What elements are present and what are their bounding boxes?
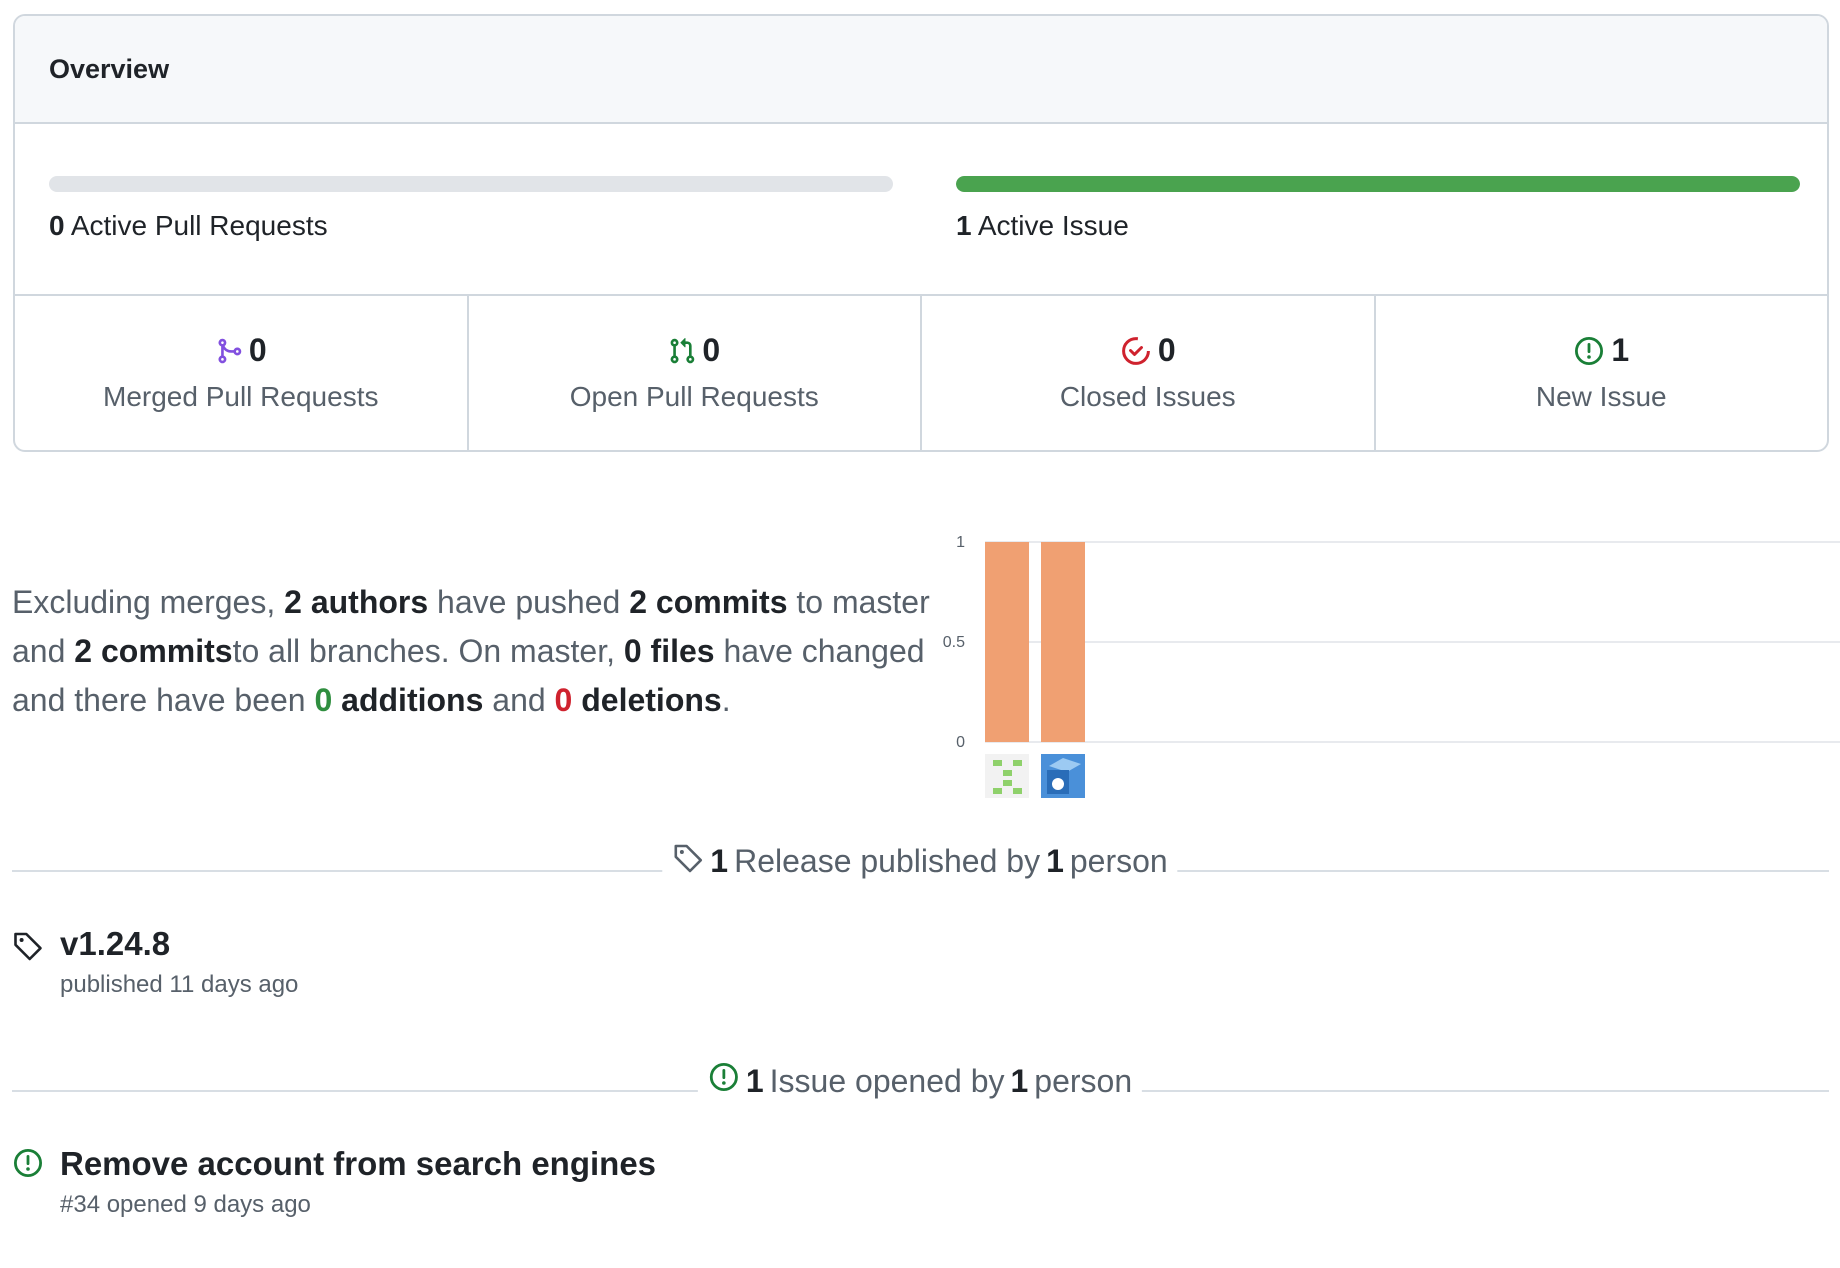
y-tick-label: 0.5 (943, 634, 965, 651)
merged-pull-requests-label: Merged Pull Requests (103, 381, 379, 412)
releases-summary: 1 Release published by 1 person (662, 841, 1178, 881)
active-issues-link[interactable]: 1 Active Issue (956, 210, 1129, 242)
issue-opened-icon (708, 1061, 740, 1101)
open-pull-requests-count: 0 (702, 332, 721, 368)
closed-issues-count: 0 (1157, 332, 1176, 368)
merged-pull-requests-count: 0 (248, 332, 267, 368)
stat-merged-pull-requests[interactable]: 0 Merged Pull Requests (15, 296, 469, 450)
active-issues-count: 1 (956, 210, 972, 241)
release-title-link[interactable]: v1.24.8 (60, 925, 170, 963)
issue-opened-icon (1573, 335, 1605, 367)
stat-closed-issues[interactable]: 0 Closed Issues (922, 296, 1376, 450)
tag-icon (12, 929, 44, 966)
summary-text: have pushed (437, 584, 621, 620)
issues-text: Issue opened by (769, 1062, 1005, 1099)
author-avatar-1[interactable] (985, 754, 1029, 798)
commits-by-author-chart: 00.51 (943, 534, 1840, 798)
additions-label: additions (341, 682, 484, 718)
overview-header: Overview (15, 16, 1827, 124)
releases-people-count: 1 (1046, 842, 1064, 879)
deletions-label: deletions (581, 682, 722, 718)
summary-text: Excluding merges, (12, 584, 276, 620)
active-issues-label: Active Issue (977, 210, 1129, 241)
additions-count: 0 (314, 682, 333, 718)
author-avatar-2[interactable] (1041, 754, 1085, 798)
tag-icon (672, 841, 704, 881)
open-pull-requests-label: Open Pull Requests (569, 381, 819, 412)
summary-text: to all branches. On master, (232, 633, 615, 669)
y-tick-label: 1 (956, 534, 965, 551)
git-merge-icon (215, 336, 243, 366)
y-tick-label: 0 (956, 734, 965, 751)
releases-person-text: person (1069, 842, 1168, 879)
pull-requests-progress-bar[interactable] (49, 176, 893, 192)
closed-issues-label: Closed Issues (1059, 381, 1236, 412)
issues-people-count: 1 (1010, 1062, 1029, 1099)
stat-open-pull-requests[interactable]: 0 Open Pull Requests (469, 296, 922, 450)
overview-box: Overview 0 Active Pull Requests 1 Active… (13, 14, 1829, 452)
releases-text: Release published by (734, 842, 1041, 879)
issue-title-link[interactable]: Remove account from search engines (60, 1145, 656, 1183)
git-pull-request-icon (668, 336, 696, 366)
issues-progress-fill (956, 176, 1800, 192)
activity-progress: 0 Active Pull Requests 1 Active Issue (15, 124, 1827, 296)
commit-summary: Excluding merges, 2 authors have pushed … (12, 578, 932, 725)
active-pull-requests-link[interactable]: 0 Active Pull Requests (49, 210, 328, 242)
files-count: 0 files (623, 633, 715, 669)
stats-row: 0 Merged Pull Requests 0 Open Pull Reque… (15, 296, 1828, 450)
authors-count: 2 authors (284, 584, 429, 620)
release-subtitle: published 11 days ago (60, 971, 299, 998)
active-pull-requests-label: Active Pull Requests (70, 210, 328, 241)
commit-bar-1[interactable] (985, 542, 1029, 742)
issue-closed-icon (1120, 335, 1152, 367)
issues-person-text: person (1034, 1062, 1133, 1099)
new-issue-count: 1 (1611, 332, 1630, 368)
stat-new-issue[interactable]: 1 New Issue (1376, 296, 1828, 450)
releases-count: 1 (710, 842, 729, 879)
issues-count: 1 (745, 1062, 764, 1099)
issue-opened-icon (12, 1147, 44, 1184)
issues-summary: 1 Issue opened by 1 person (697, 1061, 1143, 1101)
deletions-count: 0 (554, 682, 573, 718)
issues-progress-bar[interactable] (956, 176, 1800, 192)
overview-title: Overview (49, 53, 170, 84)
commit-bar-2[interactable] (1041, 542, 1085, 742)
active-pull-requests-count: 0 (49, 210, 65, 241)
commits-all-count: 2 commits (74, 633, 233, 669)
summary-text: . (721, 682, 731, 718)
commits-master-count: 2 commits (629, 584, 788, 620)
summary-text: and (492, 682, 546, 718)
issue-subtitle: #34 opened 9 days ago (60, 1191, 311, 1218)
new-issue-label: New Issue (1535, 381, 1667, 412)
